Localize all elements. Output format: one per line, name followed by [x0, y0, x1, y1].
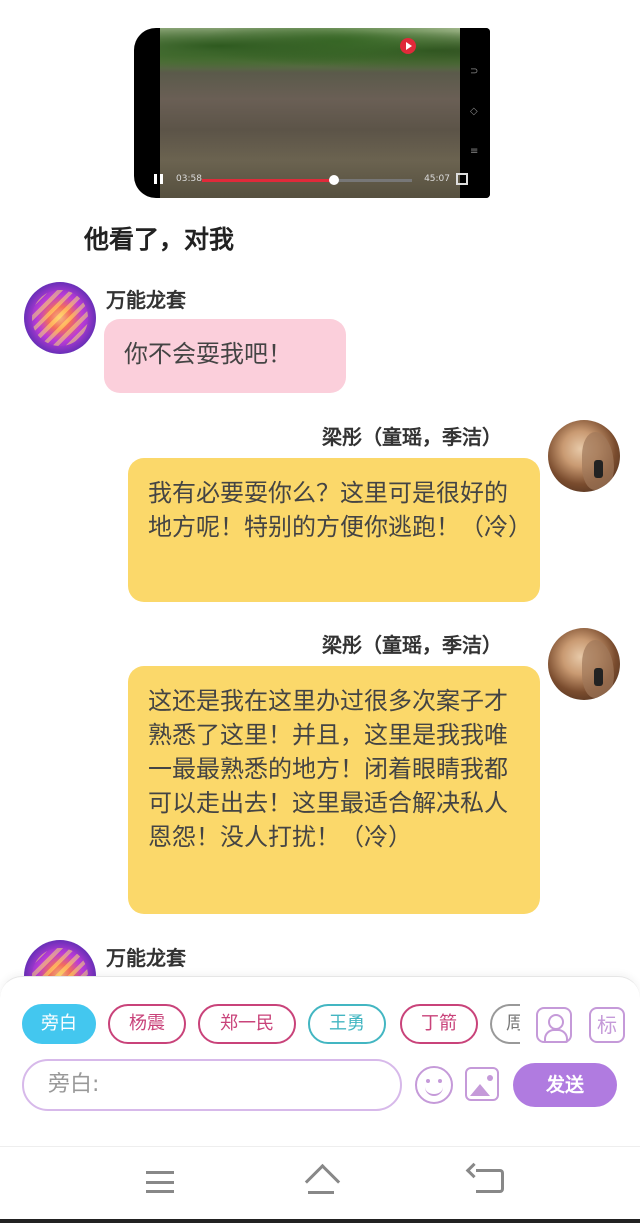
sender-name: 万能龙套	[106, 288, 186, 312]
fullscreen-icon[interactable]	[456, 173, 468, 185]
video-side-icon-3: ≡	[470, 146, 479, 157]
avatar[interactable]	[548, 420, 620, 492]
video-side-icon-1: ⊃	[470, 66, 479, 77]
video-scenery	[160, 28, 460, 73]
video-progress-track[interactable]	[202, 175, 412, 185]
message-bubble[interactable]: 你不会耍我吧！	[104, 319, 346, 393]
sender-name: 万能龙套	[106, 946, 186, 970]
pause-icon[interactable]	[154, 174, 163, 184]
sender-name: 梁彤（童瑶，季洁）	[322, 633, 502, 657]
record-icon	[400, 38, 416, 54]
message-bubble[interactable]: 我有必要耍你么？这里可是很好的地方呢！特别的方便你逃跑！（冷）	[128, 458, 540, 602]
sender-name: 梁彤（童瑶，季洁）	[322, 425, 502, 449]
message-bubble[interactable]: 这还是我在这里办过很多次案子才熟悉了这里！并且，这里是我我唯一最最熟悉的地方！闭…	[128, 666, 540, 914]
video-player[interactable]: ⊃ ◇ ≡ 03:58 45:07	[134, 28, 490, 198]
video-side-icon-2: ◇	[470, 106, 478, 117]
video-time-elapsed: 03:58	[176, 174, 202, 184]
role-chip[interactable]: 周	[490, 1004, 520, 1044]
video-progress-knob[interactable]	[329, 175, 340, 185]
role-chip-narration[interactable]: 旁白	[22, 1004, 96, 1044]
avatar[interactable]	[24, 282, 96, 354]
role-chip[interactable]: 丁箭	[400, 1004, 478, 1044]
tag-button[interactable]: 标	[589, 1007, 625, 1043]
back-icon[interactable]	[476, 1169, 504, 1193]
video-controls: 03:58 45:07	[154, 172, 468, 188]
narration-text: 他看了，对我	[84, 225, 235, 254]
message-input[interactable]: 旁白:	[22, 1059, 402, 1111]
role-chip[interactable]: 王勇	[308, 1004, 386, 1044]
emoji-icon[interactable]	[415, 1066, 453, 1104]
input-panel: 旁白 杨震 郑一民 王勇 丁箭 周 标 旁白: 发送	[0, 976, 640, 1146]
menu-icon[interactable]	[146, 1171, 174, 1193]
video-time-total: 45:07	[424, 174, 450, 184]
person-icon[interactable]	[536, 1007, 572, 1043]
video-progress-fill	[202, 179, 335, 182]
image-icon[interactable]	[465, 1067, 499, 1101]
home-icon[interactable]	[306, 1167, 336, 1195]
role-chip[interactable]: 杨震	[108, 1004, 186, 1044]
role-chip[interactable]: 郑一民	[198, 1004, 296, 1044]
avatar[interactable]	[548, 628, 620, 700]
screen-bottom-edge	[0, 1219, 640, 1223]
system-nav-bar	[0, 1146, 640, 1223]
send-button[interactable]: 发送	[513, 1063, 617, 1107]
